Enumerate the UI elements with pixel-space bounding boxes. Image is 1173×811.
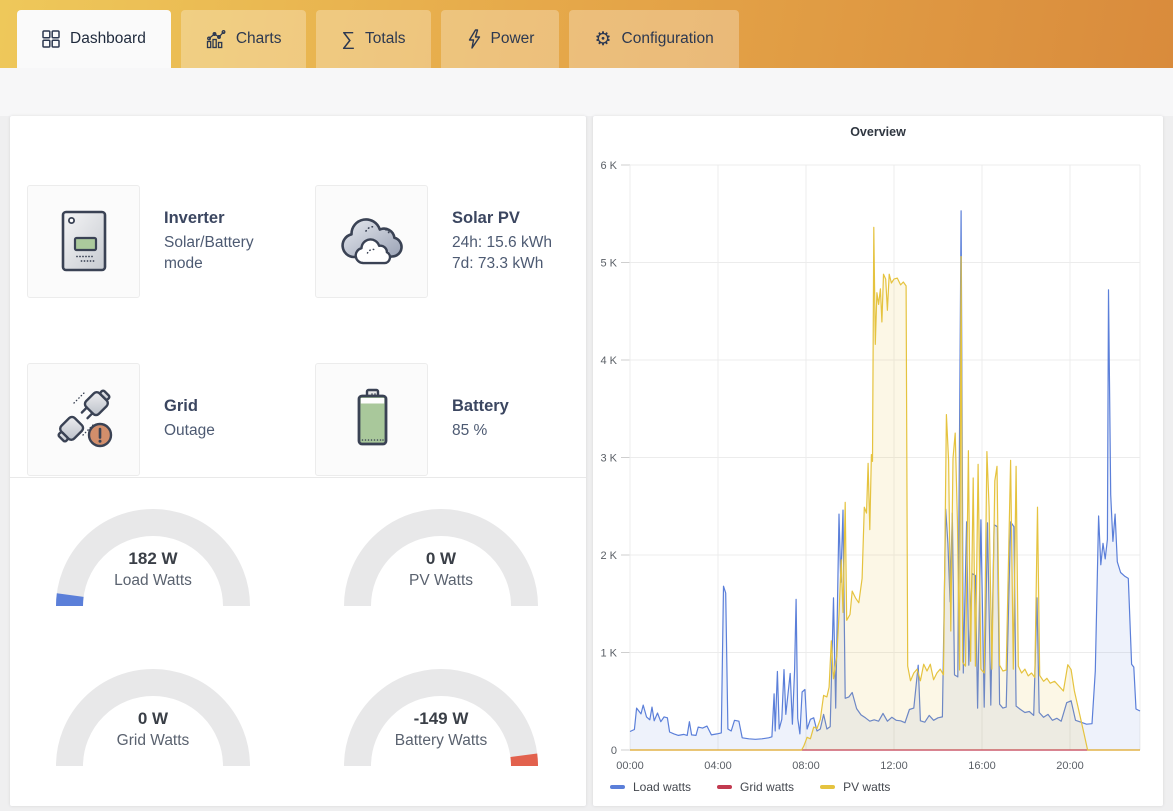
- svg-text:12:00: 12:00: [880, 760, 908, 772]
- tab-label: Dashboard: [70, 30, 146, 48]
- svg-text:2 K: 2 K: [600, 550, 617, 562]
- status-panel: Inverter Solar/Battery mode: [10, 116, 586, 806]
- tab-configuration[interactable]: ⚙ Configuration: [569, 10, 738, 68]
- grid-card[interactable]: Grid Outage: [10, 330, 298, 508]
- gauge-value: 0 W: [53, 709, 253, 729]
- gauge-label: PV Watts: [341, 572, 541, 590]
- tab-label: Power: [491, 30, 535, 48]
- battery-card[interactable]: Battery 85 %: [298, 330, 586, 508]
- tab-dashboard[interactable]: Dashboard: [17, 10, 171, 68]
- legend-label: Grid watts: [740, 780, 794, 794]
- svg-text:4 K: 4 K: [600, 355, 617, 367]
- tab-label: Charts: [236, 30, 282, 48]
- legend-item-load-watts[interactable]: Load watts: [610, 780, 691, 794]
- load-watts-swatch: [610, 785, 625, 789]
- gauge-label: Battery Watts: [341, 732, 541, 750]
- subheader-strip: [0, 68, 1173, 116]
- inverter-card[interactable]: Inverter Solar/Battery mode: [10, 152, 298, 330]
- grid-watts-swatch: [717, 785, 732, 789]
- pv-watts-gauge: 0 W PV Watts: [341, 505, 541, 607]
- svg-text:04:00: 04:00: [704, 760, 732, 772]
- svg-text:3 K: 3 K: [600, 453, 617, 465]
- solar-cloud-icon: [315, 185, 428, 298]
- device-title: Grid: [164, 397, 215, 416]
- pv-watts-swatch: [820, 785, 835, 789]
- tab-power[interactable]: Power: [441, 10, 560, 68]
- device-title: Battery: [452, 397, 509, 416]
- tab-label: Totals: [365, 30, 406, 48]
- svg-text:0: 0: [611, 745, 617, 757]
- grid-watts-gauge: 0 W Grid Watts: [53, 665, 253, 767]
- legend-item-grid-watts[interactable]: Grid watts: [717, 780, 794, 794]
- svg-text:20:00: 20:00: [1056, 760, 1084, 772]
- tab-totals[interactable]: ∑ Totals: [316, 10, 430, 68]
- svg-text:16:00: 16:00: [968, 760, 996, 772]
- overview-chart-panel: Overview 01 K2 K3 K4 K5 K6 K00:0004:0008…: [593, 116, 1163, 806]
- gauge-label: Load Watts: [53, 572, 253, 590]
- device-line: 85 %: [452, 420, 509, 441]
- inverter-icon: [27, 185, 140, 298]
- gear-icon: ⚙: [594, 30, 611, 49]
- solar-dashboard-app: Dashboard Charts ∑ Totals Power: [0, 0, 1173, 811]
- solar-pv-card[interactable]: Solar PV 24h: 15.6 kWh 7d: 73.3 kWh: [298, 152, 586, 330]
- legend-label: Load watts: [633, 780, 691, 794]
- device-line: Solar/Battery: [164, 232, 254, 253]
- load-watts-gauge: 182 W Load Watts: [53, 505, 253, 607]
- battery-watts-gauge: -149 W Battery Watts: [341, 665, 541, 767]
- tab-bar: Dashboard Charts ∑ Totals Power: [0, 0, 1173, 68]
- battery-icon: [315, 363, 428, 476]
- gauge-label: Grid Watts: [53, 732, 253, 750]
- tab-charts[interactable]: Charts: [181, 10, 307, 68]
- tab-label: Configuration: [622, 30, 714, 48]
- gauge-value: -149 W: [341, 709, 541, 729]
- gauge-value: 0 W: [341, 549, 541, 569]
- device-line: mode: [164, 253, 254, 274]
- device-title: Solar PV: [452, 209, 552, 228]
- device-line: 24h: 15.6 kWh: [452, 232, 552, 253]
- device-line: 7d: 73.3 kWh: [452, 253, 552, 274]
- section-divider: [10, 477, 586, 478]
- grid-plug-icon: [27, 363, 140, 476]
- bar-chart-icon: [206, 30, 226, 49]
- svg-text:5 K: 5 K: [600, 258, 617, 270]
- sigma-icon: ∑: [341, 30, 355, 49]
- device-title: Inverter: [164, 209, 254, 228]
- legend-item-pv-watts[interactable]: PV watts: [820, 780, 890, 794]
- svg-text:00:00: 00:00: [616, 760, 644, 772]
- svg-text:08:00: 08:00: [792, 760, 820, 772]
- legend-label: PV watts: [843, 780, 890, 794]
- gauge-value: 182 W: [53, 549, 253, 569]
- device-cards: Inverter Solar/Battery mode: [10, 116, 586, 476]
- device-line: Outage: [164, 420, 215, 441]
- svg-text:6 K: 6 K: [600, 160, 617, 172]
- chart-legend: Load watts Grid watts PV watts: [610, 780, 890, 794]
- svg-text:1 K: 1 K: [600, 648, 617, 660]
- lightning-icon: [466, 29, 481, 49]
- time-series-chart[interactable]: 0 1 K 2 K 3 K 4 K 5 K 6 K 00:00 04:00 08:00 12:00 1…: [593, 116, 1163, 806]
- dashboard-grid-icon: [42, 30, 60, 48]
